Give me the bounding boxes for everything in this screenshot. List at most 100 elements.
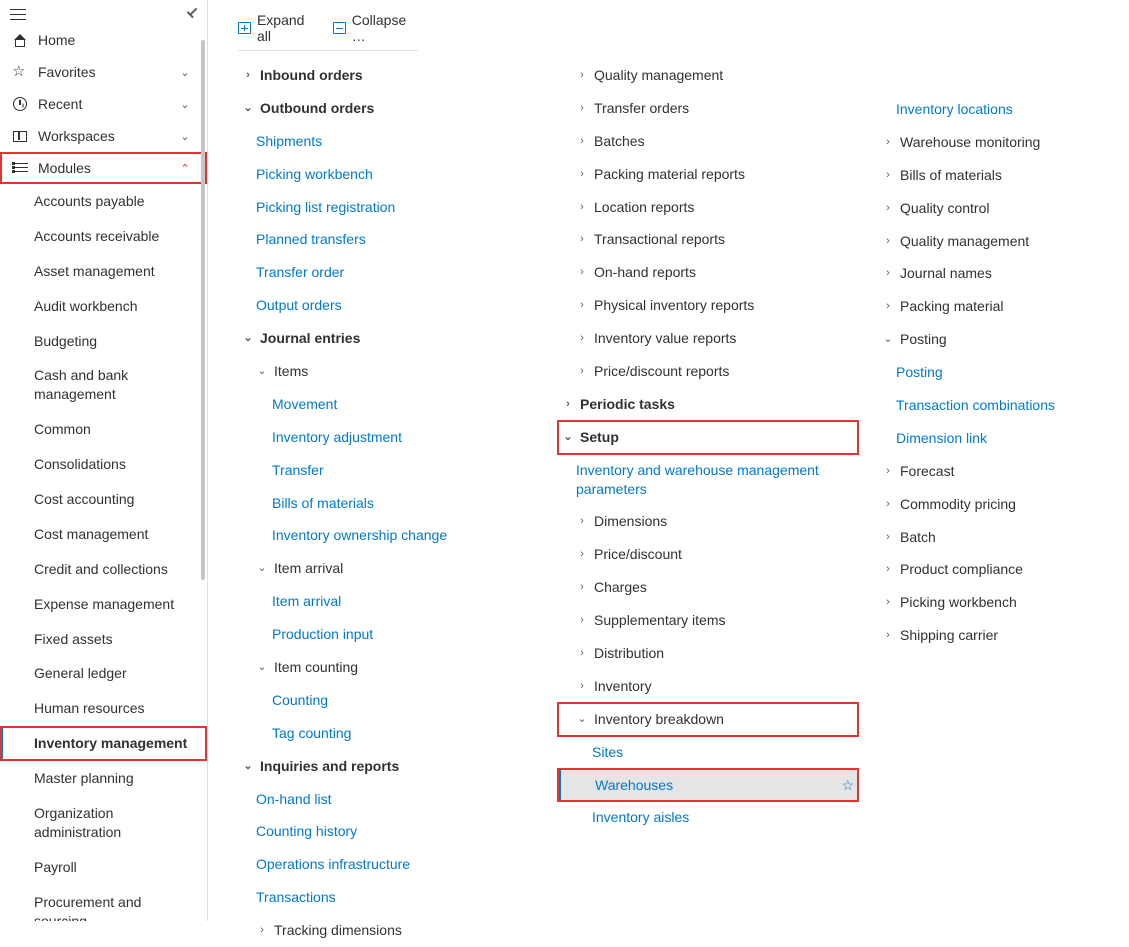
module-item[interactable]: Fixed assets [0, 622, 207, 657]
nav-modules[interactable]: Modules ⌃ [0, 152, 207, 184]
group-periodic-tasks[interactable]: ›Periodic tasks [558, 388, 858, 421]
menu-link[interactable]: Shipments [238, 125, 538, 158]
menu-link[interactable]: Counting [238, 684, 538, 717]
link-inv-wh-params[interactable]: Inventory and warehouse management param… [558, 454, 858, 506]
menu-group[interactable]: ›Dimensions [558, 505, 858, 538]
module-item[interactable]: Audit workbench [0, 289, 207, 324]
menu-link[interactable]: Planned transfers [238, 223, 538, 256]
menu-link[interactable]: Picking workbench [238, 158, 538, 191]
menu-link[interactable]: Production input [238, 618, 538, 651]
module-item[interactable]: Procurement and sourcing [0, 885, 207, 921]
nav-favorites[interactable]: Favorites ⌄ [0, 56, 207, 88]
module-item[interactable]: Accounts receivable [0, 219, 207, 254]
menu-group[interactable]: ›On-hand reports [558, 256, 858, 289]
module-item[interactable]: Cost accounting [0, 482, 207, 517]
menu-group[interactable]: ›Packing material reports [558, 158, 858, 191]
menu-link[interactable]: On-hand list [238, 783, 538, 816]
favorite-star-icon[interactable]: ☆ [841, 776, 854, 795]
menu-group[interactable]: ›Warehouse monitoring [878, 126, 1129, 159]
menu-link[interactable]: Item arrival [238, 585, 538, 618]
module-list[interactable]: Accounts payableAccounts receivableAsset… [0, 184, 207, 921]
menu-link[interactable]: Tag counting [238, 717, 538, 750]
menu-group[interactable]: ›Location reports [558, 191, 858, 224]
nav-home[interactable]: Home [0, 24, 207, 56]
menu-link[interactable]: Counting history [238, 815, 538, 848]
module-item[interactable]: Expense management [0, 587, 207, 622]
module-item[interactable]: Payroll [0, 850, 207, 885]
module-item[interactable]: Cost management [0, 517, 207, 552]
menu-group[interactable]: ›Transfer orders [558, 92, 858, 125]
scrollbar-thumb[interactable] [201, 40, 205, 580]
module-item[interactable]: Asset management [0, 254, 207, 289]
pin-icon[interactable] [180, 3, 203, 26]
menu-group[interactable]: ›Inventory value reports [558, 322, 858, 355]
menu-group[interactable]: ›Commodity pricing [878, 488, 1129, 521]
collapse-all-button[interactable]: Collapse … [333, 12, 418, 44]
menu-group[interactable]: ›Batch [878, 521, 1129, 554]
link-inventory-aisles[interactable]: Inventory aisles [558, 801, 858, 834]
module-item[interactable]: Cash and bank management [0, 358, 207, 412]
group-items[interactable]: ⌄Items [238, 355, 538, 388]
hamburger-icon[interactable] [10, 6, 26, 22]
menu-group[interactable]: ›Price/discount reports [558, 355, 858, 388]
module-item[interactable]: Human resources [0, 691, 207, 726]
menu-group[interactable]: ›Batches [558, 125, 858, 158]
menu-link[interactable]: Transfer [238, 454, 538, 487]
menu-link[interactable]: Picking list registration [238, 191, 538, 224]
group-item-counting[interactable]: ⌄Item counting [238, 651, 538, 684]
menu-group[interactable]: ›Charges [558, 571, 858, 604]
link-warehouses[interactable]: Warehouses☆ [558, 769, 858, 802]
menu-link[interactable]: Movement [238, 388, 538, 421]
group-tracking-dimensions[interactable]: ›Tracking dimensions [238, 914, 538, 947]
module-item[interactable]: Common [0, 412, 207, 447]
menu-group[interactable]: ›Quality management [558, 59, 858, 92]
group-posting[interactable]: ⌄Posting [878, 323, 1129, 356]
group-inbound-orders[interactable]: ›Inbound orders [238, 59, 538, 92]
menu-group[interactable]: ›Price/discount [558, 538, 858, 571]
group-inventory-breakdown[interactable]: ⌄Inventory breakdown [558, 703, 858, 736]
menu-link[interactable]: Posting [878, 356, 1129, 389]
menu-group[interactable]: ›Picking workbench [878, 586, 1129, 619]
group-outbound-orders[interactable]: ⌄Outbound orders [238, 92, 538, 125]
menu-group[interactable]: ›Packing material [878, 290, 1129, 323]
menu-link[interactable]: Dimension link [878, 422, 1129, 455]
group-inquiries-reports[interactable]: ⌄Inquiries and reports [238, 750, 538, 783]
menu-group[interactable]: ›Journal names [878, 257, 1129, 290]
module-item[interactable]: General ledger [0, 656, 207, 691]
module-item[interactable]: Organization administration [0, 796, 207, 850]
group-setup[interactable]: ⌄Setup [558, 421, 858, 454]
nav-recent[interactable]: Recent ⌄ [0, 88, 207, 120]
menu-link[interactable]: Operations infrastructure [238, 848, 538, 881]
menu-link[interactable]: Transactions [238, 881, 538, 914]
menu-group[interactable]: ›Quality control [878, 192, 1129, 225]
module-item[interactable]: Inventory management [0, 726, 207, 761]
link-inventory-locations[interactable]: Inventory locations [878, 93, 1129, 126]
menu-group[interactable]: ›Physical inventory reports [558, 289, 858, 322]
nav-workspaces[interactable]: Workspaces ⌄ [0, 120, 207, 152]
chevron-down-icon: ⌄ [256, 561, 268, 576]
menu-group[interactable]: ›Bills of materials [878, 159, 1129, 192]
menu-link[interactable]: Transaction combinations [878, 389, 1129, 422]
link-sites[interactable]: Sites [558, 736, 858, 769]
menu-group[interactable]: ›Inventory [558, 670, 858, 703]
menu-link[interactable]: Inventory adjustment [238, 421, 538, 454]
menu-link[interactable]: Bills of materials [238, 487, 538, 520]
module-item[interactable]: Master planning [0, 761, 207, 796]
menu-link[interactable]: Transfer order [238, 256, 538, 289]
menu-link[interactable]: Output orders [238, 289, 538, 322]
menu-group[interactable]: ›Quality management [878, 225, 1129, 258]
module-item[interactable]: Credit and collections [0, 552, 207, 587]
group-journal-entries[interactable]: ⌄Journal entries [238, 322, 538, 355]
group-item-arrival[interactable]: ⌄Item arrival [238, 552, 538, 585]
module-item[interactable]: Accounts payable [0, 184, 207, 219]
menu-group[interactable]: ›Product compliance [878, 553, 1129, 586]
menu-link[interactable]: Inventory ownership change [238, 519, 538, 552]
menu-group[interactable]: ›Distribution [558, 637, 858, 670]
menu-group[interactable]: ›Supplementary items [558, 604, 858, 637]
menu-group[interactable]: ›Shipping carrier [878, 619, 1129, 652]
menu-group[interactable]: ›Forecast [878, 455, 1129, 488]
module-item[interactable]: Consolidations [0, 447, 207, 482]
module-item[interactable]: Budgeting [0, 324, 207, 359]
expand-all-button[interactable]: Expand all [238, 12, 317, 44]
menu-group[interactable]: ›Transactional reports [558, 223, 858, 256]
